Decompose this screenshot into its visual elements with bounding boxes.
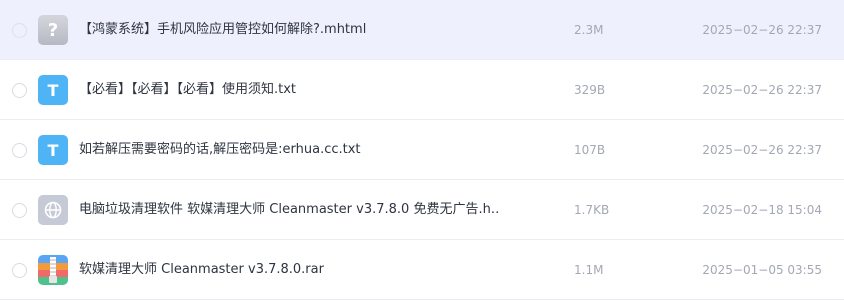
file-size: 107B [574,143,606,157]
file-name[interactable]: 如若解压需要密码的话,解压密码是:erhua.cc.txt [79,140,361,160]
icon-glyph: T [47,140,59,160]
text-file-icon: T [38,75,68,105]
file-list: ? 【鸿蒙系统】手机风险应用管控如何解除?.mhtml 2.3M 2025−02… [0,0,844,300]
row-checkbox[interactable] [12,263,27,278]
file-date: 2025−02−26 22:37 [702,23,822,37]
file-date: 2025−02−18 15:04 [702,203,822,217]
file-row[interactable]: T 如若解压需要密码的话,解压密码是:erhua.cc.txt 107B 202… [0,120,844,180]
file-name[interactable]: 【必看】【必看】【必看】使用须知.txt [79,80,296,100]
file-name[interactable]: 【鸿蒙系统】手机风险应用管控如何解除?.mhtml [79,20,366,40]
file-row[interactable]: 电脑垃圾清理软件 软媒清理大师 Cleanmaster v3.7.8.0 免费无… [0,180,844,240]
file-name[interactable]: 软媒清理大师 Cleanmaster v3.7.8.0.rar [79,260,324,280]
file-name[interactable]: 电脑垃圾清理软件 软媒清理大师 Cleanmaster v3.7.8.0 免费无… [79,200,499,220]
web-file-icon [38,195,68,225]
row-checkbox[interactable] [12,23,27,38]
globe-icon [44,201,62,219]
file-date: 2025−01−05 03:55 [702,263,822,277]
file-size: 1.7KB [574,203,610,217]
file-row[interactable]: T 【必看】【必看】【必看】使用须知.txt 329B 2025−02−26 2… [0,60,844,120]
file-date: 2025−02−26 22:37 [702,83,822,97]
row-checkbox[interactable] [12,83,27,98]
file-row[interactable]: ? 【鸿蒙系统】手机风险应用管控如何解除?.mhtml 2.3M 2025−02… [0,0,844,60]
unknown-file-icon: ? [38,15,68,45]
file-size: 2.3M [574,23,604,37]
file-row[interactable]: 软媒清理大师 Cleanmaster v3.7.8.0.rar 1.1M 202… [0,240,844,300]
icon-glyph: ? [47,19,59,41]
file-size: 329B [574,83,606,97]
archive-file-icon [38,255,68,285]
icon-glyph: T [47,80,59,100]
file-date: 2025−02−26 22:37 [702,143,822,157]
file-size: 1.1M [574,263,604,277]
row-checkbox[interactable] [12,143,27,158]
row-checkbox[interactable] [12,203,27,218]
text-file-icon: T [38,135,68,165]
